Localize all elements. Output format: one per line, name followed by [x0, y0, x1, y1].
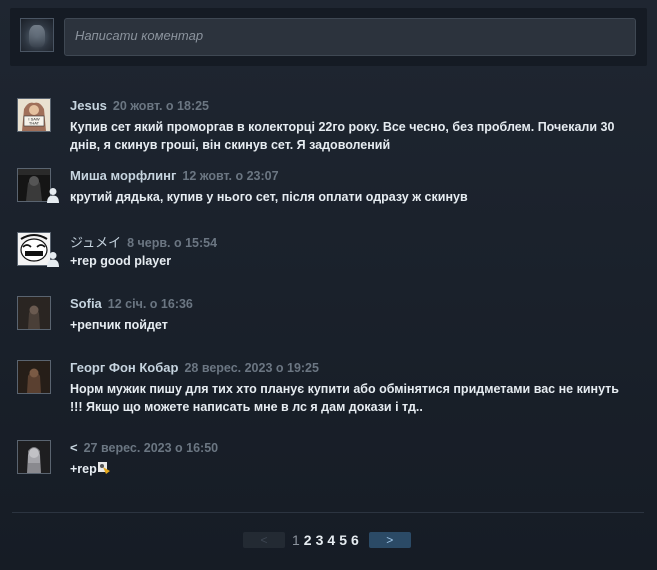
comment-timestamp: 27 верес. 2023 о 16:50	[83, 441, 219, 455]
comment-text: Купив сет який проморгав в колекторці 22…	[70, 120, 615, 152]
page-links: 1 2 3 4 5 6	[292, 532, 363, 548]
page-link[interactable]: 4	[327, 532, 335, 548]
comment-text: +rep good player	[70, 254, 172, 268]
comment-author[interactable]: Георг Фон Кобар 28 верес. 2023 о 19:25	[70, 360, 319, 375]
comment-timestamp: 20 жовт. о 18:25	[112, 99, 210, 113]
comment-composer: Написати коментар	[10, 8, 647, 66]
comment-text: Норм мужик пишу для тих хто планує купит…	[70, 382, 619, 414]
prev-page-button[interactable]: <	[243, 531, 285, 548]
brown-figure-avatar-icon	[18, 361, 50, 393]
avatar[interactable]	[17, 360, 51, 394]
pagination: < 1 2 3 4 5 6 >	[243, 531, 411, 548]
comment-item: I SAW THAT Jesus 20 жовт. о 18:25 Купив с…	[17, 98, 637, 168]
comment-text: +rep	[70, 460, 630, 478]
comment-author[interactable]: Sofia 12 січ. о 16:36	[70, 296, 193, 311]
comment-item: Георг Фон Кобар 28 верес. 2023 о 19:25 Но…	[17, 360, 637, 440]
comment-item: Sofia 12 січ. о 16:36 +репчик пойдет	[17, 296, 637, 360]
avatar[interactable]	[17, 440, 51, 474]
friend-person-icon	[47, 188, 59, 203]
comment-timestamp: 8 черв. о 15:54	[127, 236, 218, 250]
page-link[interactable]: 3	[316, 532, 324, 548]
comment-timestamp: 12 січ. о 16:36	[107, 297, 193, 311]
comment-author[interactable]: Миша морфлинг 12 жовт. о 23:07	[70, 168, 279, 183]
page-link-current: 1	[292, 531, 300, 548]
comment-timestamp: 12 жовт. о 23:07	[182, 169, 279, 183]
comment-item: ジュメイ 8 черв. о 15:54 +rep good player	[17, 232, 637, 296]
comment-list: I SAW THAT Jesus 20 жовт. о 18:25 Купив с…	[17, 98, 637, 504]
comment-author[interactable]: Jesus 20 жовт. о 18:25	[70, 98, 209, 113]
avatar[interactable]: I SAW THAT	[17, 98, 51, 132]
avatar[interactable]	[17, 232, 59, 267]
comment-author[interactable]: <27 верес. 2023 о 16:50	[70, 440, 218, 455]
anime-figure-avatar-icon	[18, 441, 50, 473]
friend-person-icon	[47, 252, 59, 267]
next-page-button[interactable]: >	[368, 531, 411, 548]
comment-timestamp: 28 верес. 2023 о 19:25	[184, 361, 319, 375]
avatar[interactable]	[17, 296, 51, 330]
comment-input[interactable]: Написати коментар	[64, 18, 636, 56]
comment-author[interactable]: ジュメイ 8 черв. о 15:54	[70, 232, 217, 251]
comment-item: Миша морфлинг 12 жовт. о 23:07 крутий дяд…	[17, 168, 637, 232]
divider	[12, 512, 644, 513]
page-link[interactable]: 5	[339, 532, 347, 548]
avatar[interactable]	[17, 168, 59, 203]
page-link[interactable]: 2	[304, 532, 312, 548]
comment-item: <27 верес. 2023 о 16:50 +rep	[17, 440, 637, 504]
emoticon-icon	[97, 462, 110, 474]
svg-text:THAT: THAT	[29, 121, 40, 126]
current-user-avatar[interactable]	[20, 18, 54, 52]
dark-portrait-avatar-icon	[18, 297, 50, 329]
i-saw-that-avatar-icon: I SAW THAT	[18, 99, 50, 131]
comment-text: крутий дядька, купив у нього сет, після …	[70, 190, 468, 204]
page-link[interactable]: 6	[351, 532, 359, 548]
comment-text: +репчик пойдет	[70, 318, 168, 332]
